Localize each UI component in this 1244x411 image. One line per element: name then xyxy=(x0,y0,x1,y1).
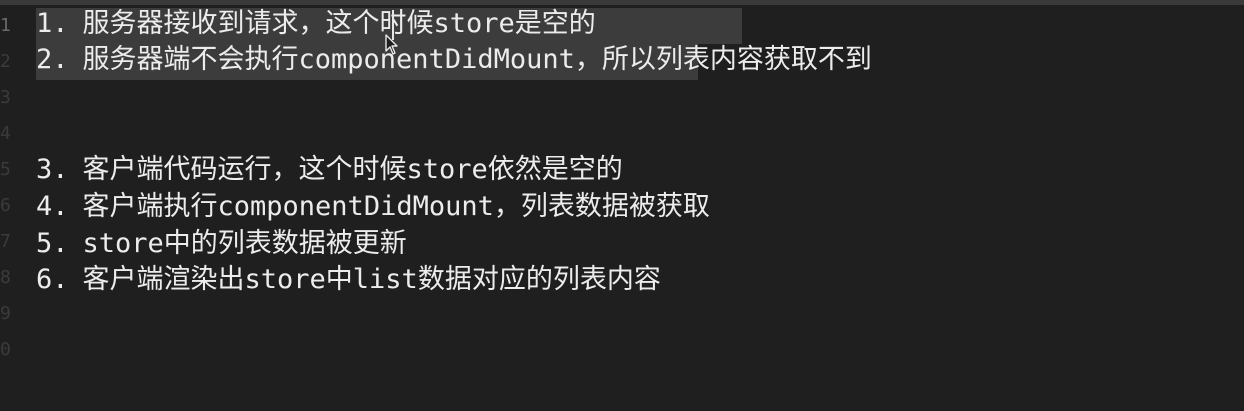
code-line[interactable]: 2. 服务器端不会执行componentDidMount，所以列表内容获取不到 xyxy=(36,42,872,78)
line-number: 0 xyxy=(0,339,11,360)
line-number: 5 xyxy=(0,159,11,180)
list-number: 1. xyxy=(36,8,69,39)
line-number: 7 xyxy=(0,231,11,252)
line-number-gutter: 1 2 3 4 5 6 7 8 9 0 xyxy=(0,0,24,411)
line-text: 客户端执行componentDidMount，列表数据被获取 xyxy=(82,191,710,222)
line-number: 9 xyxy=(0,303,11,324)
window-top-edge xyxy=(0,0,1244,5)
code-line[interactable]: 3. 客户端代码运行，这个时候store依然是空的 xyxy=(36,152,623,188)
line-number: 2 xyxy=(0,51,11,72)
line-text: 客户端渲染出store中list数据对应的列表内容 xyxy=(82,264,661,295)
line-number: 1 xyxy=(0,15,11,36)
list-number: 3. xyxy=(36,154,69,185)
code-line[interactable] xyxy=(36,114,50,150)
line-text: 服务器端不会执行componentDidMount，所以列表内容获取不到 xyxy=(82,44,872,75)
list-number: 6. xyxy=(36,264,69,295)
mouse-pointer-icon xyxy=(385,34,398,55)
line-number: 3 xyxy=(0,87,11,108)
code-line[interactable]: 1. 服务器接收到请求，这个时候store是空的 xyxy=(36,6,596,42)
line-text: 客户端代码运行，这个时候store依然是空的 xyxy=(82,154,623,185)
list-number: 4. xyxy=(36,191,69,222)
code-line[interactable] xyxy=(36,78,50,114)
code-line[interactable]: 5. store中的列表数据被更新 xyxy=(36,226,407,262)
code-line[interactable]: 4. 客户端执行componentDidMount，列表数据被获取 xyxy=(36,189,710,225)
line-number: 8 xyxy=(0,267,11,288)
line-text: store中的列表数据被更新 xyxy=(82,228,407,259)
line-number: 4 xyxy=(0,123,11,144)
line-text: 服务器接收到请求，这个时候store是空的 xyxy=(82,8,596,39)
code-line[interactable]: 6. 客户端渲染出store中list数据对应的列表内容 xyxy=(36,262,661,298)
text-editor[interactable]: 1 2 3 4 5 6 7 8 9 0 1. 服务器接收到请求，这个时候store… xyxy=(0,0,1244,411)
list-number: 2. xyxy=(36,44,69,75)
list-number: 5. xyxy=(36,228,69,259)
line-number: 6 xyxy=(0,195,11,216)
